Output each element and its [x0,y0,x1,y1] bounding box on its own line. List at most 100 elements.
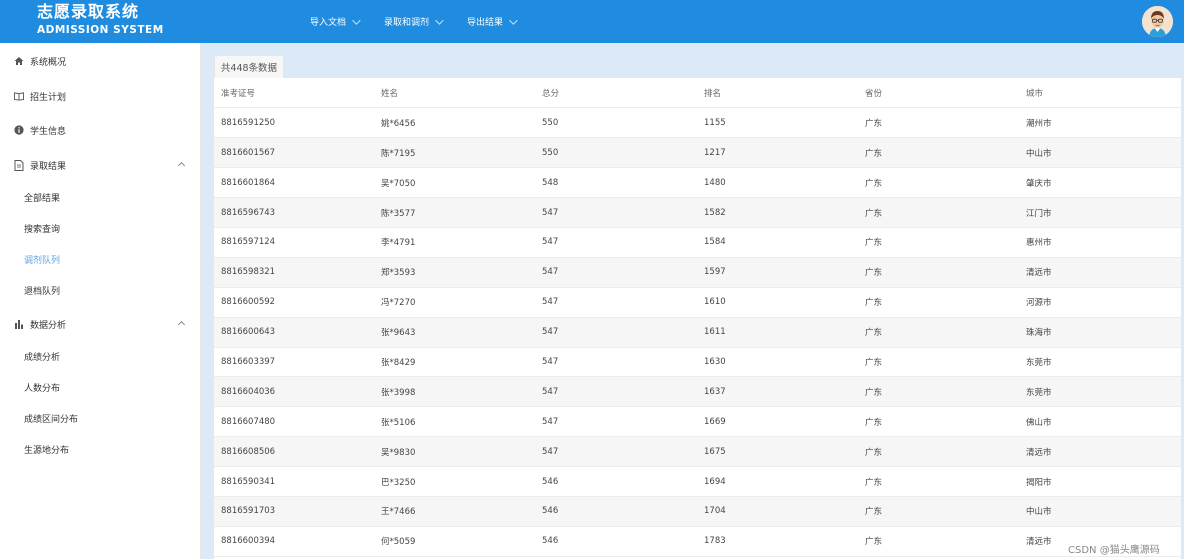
sidebar-item-data-analysis[interactable]: 数据分析 [0,309,200,339]
table-cell: 张*3998 [374,376,535,408]
table-cell: 张*5106 [374,406,535,438]
nav-admission-adjust[interactable]: 录取和调剂 [384,0,444,43]
nav-label: 导出结果 [467,18,504,28]
table-row[interactable]: 8816597124 李*4791 547 1584 广东 惠州市 [214,227,1181,258]
table-row[interactable]: 8816598321 郑*3593 547 1597 广东 清远市 [214,257,1181,288]
table-cell: 广东 [858,197,1019,228]
table-row[interactable]: 8816603397 张*8429 547 1630 广东 东莞市 [214,347,1181,378]
table-cell: 中山市 [1019,496,1181,527]
table-cell: 548 [535,167,697,199]
table-row[interactable]: 8816600592 冯*7270 547 1610 广东 河源市 [214,287,1181,318]
column-header[interactable]: 总分 [535,78,697,109]
table-cell: 546 [535,526,697,557]
sidebar-item-label: 录取结果 [30,161,67,172]
column-header[interactable]: 姓名 [374,78,535,109]
table-cell: 550 [535,107,697,139]
table-cell: 揭阳市 [1019,466,1181,497]
table-cell: 1630 [697,347,858,378]
table-cell: 吴*9830 [374,436,535,468]
sidebar-subitem-label: 成绩区间分布 [24,414,79,425]
nav-export-results[interactable]: 导出结果 [467,0,518,43]
column-header[interactable]: 排名 [697,78,858,109]
table-row[interactable]: 8816600643 张*9643 547 1611 广东 珠海市 [214,317,1181,348]
table-cell: 1610 [697,287,858,318]
table-row[interactable]: 8816604036 张*3998 547 1637 广东 东莞市 [214,376,1181,408]
table-cell: 8816590341 [214,466,374,497]
sidebar-item-enroll-plan[interactable]: 招生计划 [0,81,200,111]
sidebar-subitem-score-range[interactable]: 成绩区间分布 [0,406,200,430]
nav-label: 录取和调剂 [384,18,430,28]
table-cell: 广东 [858,406,1019,438]
table-cell: 1783 [697,526,858,557]
document-icon [14,159,24,171]
table-cell: 8816600394 [214,526,374,557]
chevron-up-icon [177,161,186,170]
sidebar-item-overview[interactable]: 系统概况 [0,46,200,76]
chevron-down-icon [435,15,444,25]
table-row[interactable]: 8816596743 陈*3577 547 1582 广东 江门市 [214,197,1181,228]
sidebar-item-label: 学生信息 [30,126,67,137]
table-cell: 547 [535,227,697,258]
table-cell: 1582 [697,197,858,228]
sidebar-subitem-adjust-queue[interactable]: 调剂队列 [0,247,200,271]
watermark: CSDN @猫头鹰源码 [1068,545,1160,556]
table-row[interactable]: 8816591250 姚*6456 550 1155 广东 潮州市 [214,107,1181,139]
column-header[interactable]: 城市 [1019,78,1181,109]
table-cell: 陈*3577 [374,197,535,228]
sidebar-subitem-return-queue[interactable]: 退档队列 [0,278,200,302]
table-cell: 1694 [697,466,858,497]
table-cell: 1584 [697,227,858,258]
sidebar-subitem-search[interactable]: 搜索查询 [0,216,200,240]
table-cell: 何*5059 [374,526,535,557]
results-table: 准考证号 姓名 总分 排名 省份 城市 8816591250 姚*6456 550 1… [214,78,1181,557]
table-cell: 江门市 [1019,197,1181,228]
avatar[interactable] [1142,6,1173,37]
sidebar-item-student-info[interactable]: 学生信息 [0,115,200,145]
column-header[interactable]: 准考证号 [214,78,374,109]
table-cell: 肇庆市 [1019,167,1181,199]
table-row[interactable]: 8816591703 王*7466 546 1704 广东 中山市 [214,496,1181,527]
table-row[interactable]: 8816607480 张*5106 547 1669 广东 佛山市 [214,406,1181,438]
app-title: 志愿录取系统 [37,2,140,21]
sidebar-subitem-count-distribution[interactable]: 人数分布 [0,375,200,399]
table-cell: 清远市 [1019,257,1181,288]
table-cell: 广东 [858,436,1019,468]
table-cell: 8816596743 [214,197,374,228]
results-table-container[interactable]: 准考证号 姓名 总分 排名 省份 城市 8816591250 姚*6456 550 1… [214,78,1181,559]
table-row[interactable]: 8816608506 吴*9830 547 1675 广东 清远市 [214,436,1181,468]
sidebar-subitem-label: 全部结果 [24,193,61,204]
table-cell: 广东 [858,526,1019,557]
table-cell: 547 [535,376,697,408]
table-cell: 广东 [858,167,1019,199]
table-cell: 8816601567 [214,137,374,169]
table-cell: 546 [535,466,697,497]
sidebar-subitem-all-results[interactable]: 全部结果 [0,185,200,209]
table-cell: 8816597124 [214,227,374,258]
sidebar-subitem-label: 搜索查询 [24,224,61,235]
sidebar-subitem-score-analysis[interactable]: 成绩分析 [0,344,200,368]
nav-import-docs[interactable]: 导入文档 [310,0,361,43]
table-cell: 1611 [697,317,858,348]
sidebar-subitem-origin-distribution[interactable]: 生源地分布 [0,437,200,461]
table-row[interactable]: 8816600394 何*5059 546 1783 广东 清远市 [214,526,1181,557]
table-cell: 547 [535,347,697,378]
table-cell: 广东 [858,257,1019,288]
table-row[interactable]: 8816601567 陈*7195 550 1217 广东 中山市 [214,137,1181,169]
main-content: 共448条数据 准考证号 姓名 总分 排名 省份 城市 8816591250 姚*… [201,43,1184,559]
table-cell: 巴*3250 [374,466,535,497]
table-cell: 8816603397 [214,347,374,378]
sidebar-subitem-label: 成绩分析 [24,352,61,363]
table-cell: 清远市 [1019,436,1181,468]
table-row[interactable]: 8816590341 巴*3250 546 1694 广东 揭阳市 [214,466,1181,497]
table-cell: 广东 [858,376,1019,408]
column-header[interactable]: 省份 [858,78,1019,109]
book-icon [14,91,24,101]
record-count-tab[interactable]: 共448条数据 [214,55,284,78]
table-cell: 陈*7195 [374,137,535,169]
table-cell: 广东 [858,496,1019,527]
chevron-down-icon [352,15,361,25]
table-cell: 550 [535,137,697,169]
brand-logo[interactable]: 志愿录取系统 ADMISSION SYSTEM [37,4,164,36]
table-row[interactable]: 8816601864 吴*7050 548 1480 广东 肇庆市 [214,167,1181,199]
sidebar-item-admission-results[interactable]: 录取结果 [0,150,200,180]
